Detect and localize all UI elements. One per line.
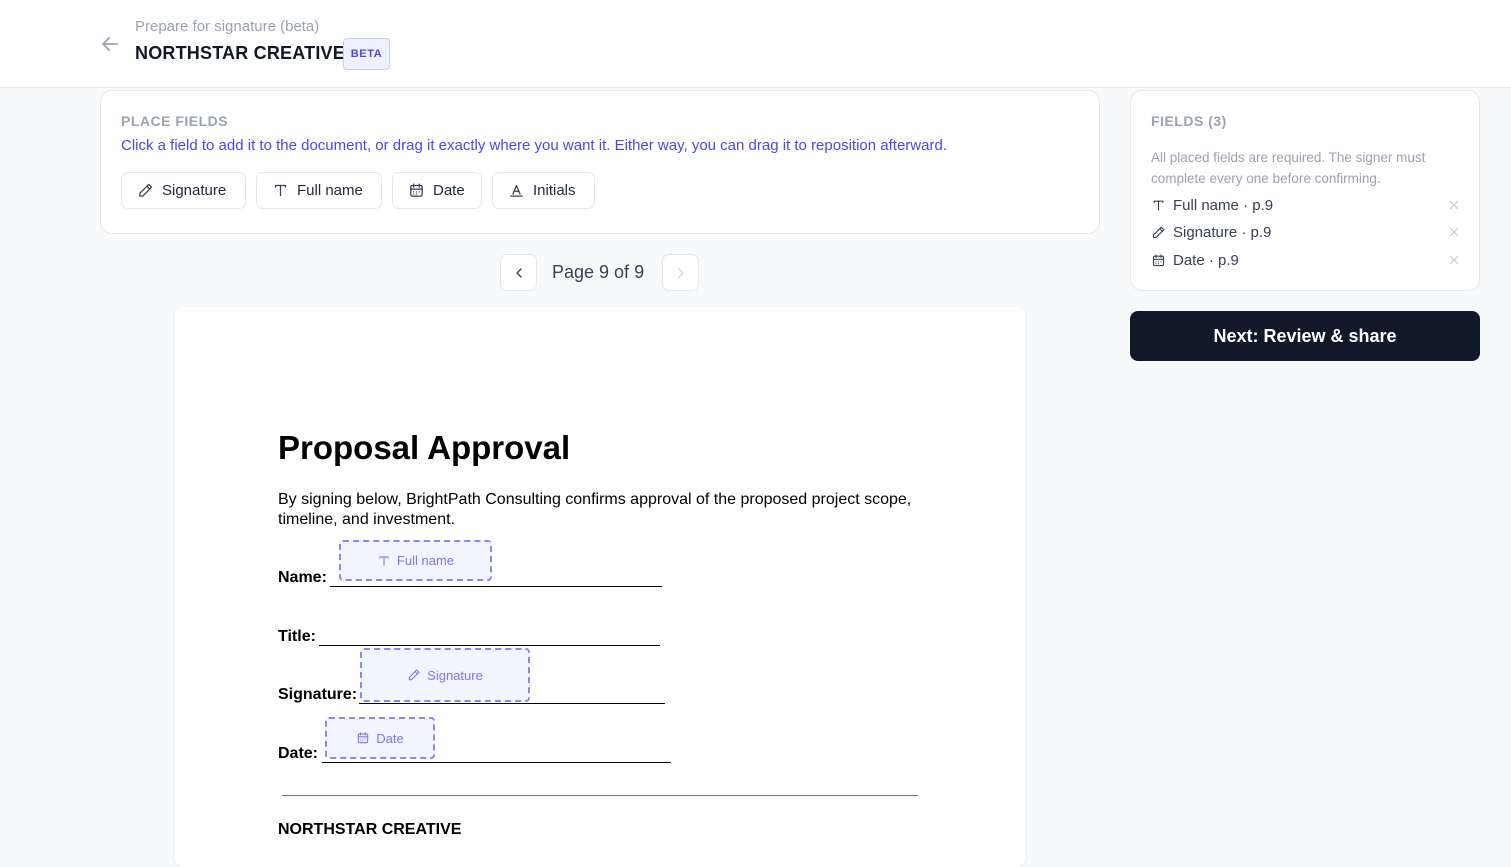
remove-field-icon[interactable]	[1447, 198, 1461, 212]
fields-panel: FIELDS (3) All placed fields are require…	[1130, 90, 1480, 291]
title-line	[319, 645, 660, 646]
fields-note: All placed fields are required. The sign…	[1151, 150, 1426, 186]
placed-date-field[interactable]: Date	[325, 717, 435, 759]
top-bar: Prepare for signature (beta) NORTHSTAR C…	[0, 0, 1511, 88]
placed-full-name-field[interactable]: Full name	[339, 540, 492, 581]
add-signature-field-button[interactable]: Signature	[121, 172, 246, 209]
document-heading: Proposal Approval	[278, 429, 571, 466]
pen-icon	[1151, 225, 1166, 240]
back-arrow-icon[interactable]	[98, 32, 122, 56]
pen-icon	[137, 182, 154, 199]
calendar-icon	[408, 182, 425, 199]
initials-icon	[508, 182, 525, 199]
company-name: NORTHSTAR CREATIVE	[278, 821, 462, 838]
chevron-left-icon	[511, 265, 527, 281]
placed-signature-field[interactable]: Signature	[360, 648, 530, 702]
placed-date-label: Date	[376, 730, 404, 746]
page-subtitle: Prepare for signature (beta)	[135, 18, 320, 35]
document-page: Proposal Approval By signing below, Brig…	[175, 307, 1025, 867]
name-line	[330, 586, 662, 587]
field-list-label: Signature · p.9	[1173, 223, 1272, 241]
remove-field-icon[interactable]	[1447, 225, 1461, 239]
beta-badge: BETA	[343, 38, 390, 70]
calendar-icon	[1151, 253, 1166, 268]
add-full-name-label: Full name	[297, 182, 363, 199]
document-body-text: By signing below, BrightPath Consulting …	[278, 491, 912, 528]
title-label: Title:	[278, 628, 316, 645]
signature-line	[359, 703, 665, 704]
text-icon	[1151, 198, 1166, 213]
previous-page-button[interactable]	[500, 254, 537, 291]
add-full-name-field-button[interactable]: Full name	[256, 172, 382, 209]
signature-label: Signature:	[278, 686, 358, 703]
page-indicator: Page 9 of 9	[552, 262, 645, 282]
place-fields-panel: PLACE FIELDS Click a field to add it to …	[100, 90, 1100, 234]
placed-full-name-label: Full name	[396, 553, 455, 568]
document-title: NORTHSTAR CREATIVE	[135, 43, 345, 63]
place-fields-description: Click a field to add it to the document,…	[121, 137, 947, 154]
add-date-field-button[interactable]: Date	[392, 172, 482, 209]
fields-heading: FIELDS (3)	[1151, 113, 1227, 129]
chevron-right-icon	[673, 265, 689, 281]
add-signature-label: Signature	[162, 182, 227, 199]
field-list-item[interactable]: Date · p.9	[1151, 249, 1461, 271]
field-list-label: Full name · p.9	[1173, 196, 1274, 214]
name-label: Name:	[278, 569, 327, 586]
date-label: Date:	[278, 745, 319, 762]
text-icon	[377, 554, 391, 568]
placed-signature-label: Signature	[427, 667, 483, 683]
field-list-item[interactable]: Signature · p.9	[1151, 221, 1461, 243]
pen-icon	[407, 668, 421, 682]
add-date-label: Date	[433, 182, 465, 199]
next-page-button[interactable]	[662, 254, 699, 291]
add-initials-label: Initials	[533, 182, 576, 199]
add-initials-field-button[interactable]: Initials	[492, 172, 595, 209]
field-list-item[interactable]: Full name · p.9	[1151, 194, 1461, 216]
calendar-icon	[356, 731, 370, 745]
remove-field-icon[interactable]	[1447, 253, 1461, 267]
divider	[282, 795, 918, 796]
date-line	[322, 762, 671, 763]
text-icon	[272, 182, 289, 199]
field-list-label: Date · p.9	[1173, 251, 1239, 269]
next-review-share-button[interactable]: Next: Review & share	[1130, 311, 1480, 361]
place-fields-heading: PLACE FIELDS	[121, 113, 229, 129]
